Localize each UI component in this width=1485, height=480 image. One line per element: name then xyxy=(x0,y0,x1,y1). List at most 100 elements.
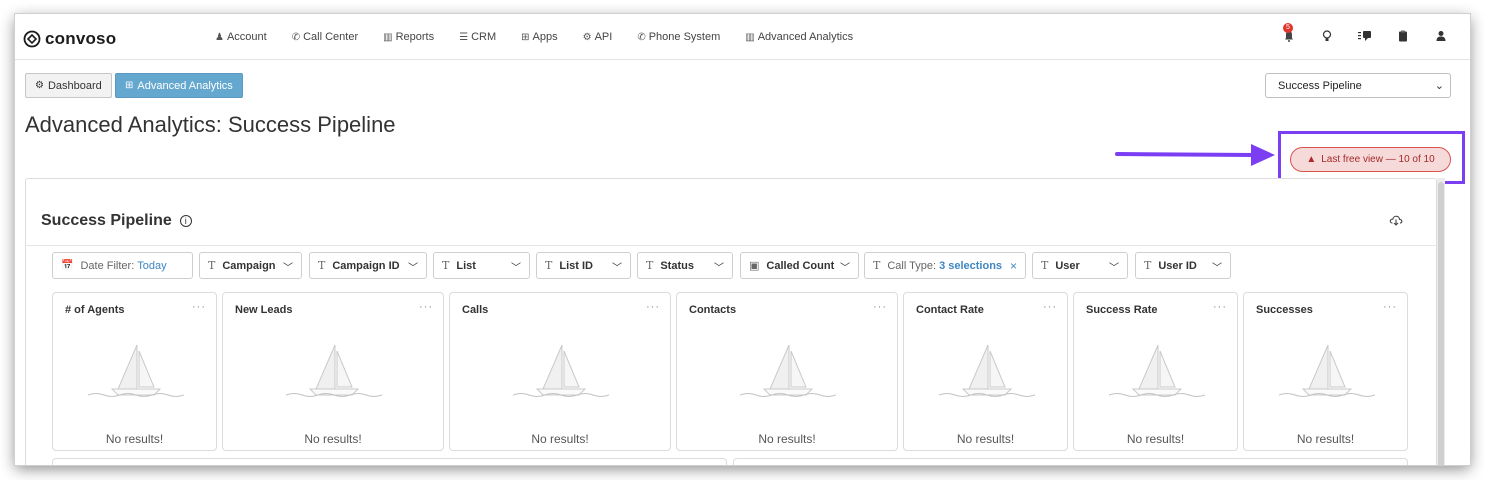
page-title: Advanced Analytics: Success Pipeline xyxy=(25,112,396,137)
filter-date-value: Today xyxy=(137,259,167,272)
more-options-icon[interactable]: ··· xyxy=(646,301,660,313)
filter-user[interactable]: T User ﹀ xyxy=(1032,252,1128,279)
metric-title: Successes xyxy=(1256,304,1313,316)
metric-title: # of Agents xyxy=(65,304,125,316)
filter-call-type[interactable]: T Call Type: 3 selections × xyxy=(864,252,1026,279)
filter-campaign[interactable]: T Campaign ﹀ xyxy=(199,252,302,279)
chevron-down-icon: ﹀ xyxy=(714,263,724,274)
text-type-icon: T xyxy=(873,259,881,272)
filter-campaign-id-label: Campaign ID xyxy=(332,259,400,272)
notes-button[interactable] xyxy=(1384,30,1422,45)
filter-list-label: List xyxy=(456,259,476,272)
dashboard-select[interactable]: Success Pipeline ⌄ xyxy=(1265,73,1451,98)
filter-called-count-label: Called Count xyxy=(766,259,835,272)
text-type-icon: T xyxy=(1144,259,1152,272)
text-type-icon: T xyxy=(442,259,450,272)
metric-title: Contact Rate xyxy=(916,304,984,316)
bar-chart-icon: ▥ xyxy=(745,31,755,43)
no-results-text: No results! xyxy=(105,432,164,446)
metric-card-success-rate: Success Rate ··· No results! xyxy=(1073,292,1238,451)
advanced-analytics-button[interactable]: ⊞ Advanced Analytics xyxy=(115,73,243,98)
lightbulb-icon xyxy=(1322,29,1332,41)
free-view-notice[interactable]: ▲ Last free view — 10 of 10 xyxy=(1290,147,1451,172)
filter-campaign-label: Campaign xyxy=(222,259,276,272)
more-options-icon[interactable]: ··· xyxy=(1383,301,1397,313)
chevron-down-icon: ﹀ xyxy=(408,263,418,274)
nav-reports[interactable]: ▥ Reports xyxy=(383,31,434,43)
annotation-arrow xyxy=(1115,144,1275,166)
filter-call-type-value: 3 selections xyxy=(939,259,1003,272)
filter-list-id-label: List ID xyxy=(559,259,593,272)
filter-status-label: Status xyxy=(660,259,694,272)
info-icon[interactable]: i xyxy=(179,215,192,227)
gear-icon: ⚙ xyxy=(582,31,592,43)
text-type-icon: T xyxy=(545,259,553,272)
more-options-icon[interactable]: ··· xyxy=(192,301,206,313)
filter-date-label: Date Filter: xyxy=(80,259,135,272)
nav-crm-label: CRM xyxy=(471,31,497,43)
profile-button[interactable] xyxy=(1422,30,1460,45)
chevron-down-icon: ﹀ xyxy=(283,263,293,274)
grid-icon: ⊞ xyxy=(125,80,134,91)
nav-apps[interactable]: ⊞ Apps xyxy=(521,31,557,43)
download-icon[interactable] xyxy=(1389,214,1403,229)
nav-account[interactable]: ♟ Account xyxy=(215,31,267,43)
nav-api[interactable]: ⚙ API xyxy=(583,31,613,43)
panel-divider xyxy=(25,245,1437,246)
nav-phone-system[interactable]: ✆ Phone System xyxy=(637,31,720,43)
convoso-logo[interactable]: convoso xyxy=(23,29,116,49)
no-results-text: No results! xyxy=(758,432,816,446)
metric-card-new-leads: New Leads ··· No results! xyxy=(222,292,444,451)
filter-user-id[interactable]: T User ID ﹀ xyxy=(1135,252,1231,279)
nav-reports-label: Reports xyxy=(395,31,435,43)
empty-state-sailboat-icon xyxy=(939,344,1035,397)
no-results-text: No results! xyxy=(956,432,1015,446)
list-icon: ☰ xyxy=(459,31,469,43)
filter-list-id[interactable]: T List ID ﹀ xyxy=(536,252,631,279)
empty-state-sailboat-icon xyxy=(286,344,382,397)
metric-title: Success Rate xyxy=(1086,304,1158,316)
filter-date[interactable]: 📅 Date Filter: Today xyxy=(52,252,193,279)
chevron-down-icon: ﹀ xyxy=(612,263,622,274)
empty-state-sailboat-icon xyxy=(740,344,836,397)
filter-call-type-label: Call Type: xyxy=(887,259,937,272)
filter-called-count[interactable]: ▣ Called Count ﹀ xyxy=(740,252,859,279)
notifications-button[interactable]: 5 xyxy=(1270,22,1308,45)
nav-crm[interactable]: ☰ CRM xyxy=(459,31,496,43)
empty-state-sailboat-icon xyxy=(88,344,184,397)
more-options-icon[interactable]: ··· xyxy=(873,301,887,313)
nav-call-center[interactable]: ✆ Call Center xyxy=(292,31,358,43)
more-options-icon[interactable]: ··· xyxy=(419,301,433,313)
nav-account-label: Account xyxy=(226,31,267,43)
tips-button[interactable] xyxy=(1308,29,1346,45)
chat-list-icon xyxy=(1358,30,1371,41)
messages-button[interactable] xyxy=(1346,30,1384,45)
dashboard-button[interactable]: ⚙ Dashboard xyxy=(25,73,112,98)
chart-card-left xyxy=(52,458,727,465)
more-options-icon[interactable]: ··· xyxy=(1213,301,1227,313)
dashboard-title-text: Success Pipeline xyxy=(41,212,172,229)
more-options-icon[interactable]: ··· xyxy=(1043,301,1057,313)
filter-user-id-label: User ID xyxy=(1158,259,1197,272)
metric-card-contact-rate: Contact Rate ··· No results! xyxy=(903,292,1068,451)
nav-advanced-analytics-label: Advanced Analytics xyxy=(757,31,854,43)
nav-advanced-analytics[interactable]: ▥ Advanced Analytics xyxy=(745,31,853,43)
metric-card-agents: # of Agents ··· No results! xyxy=(52,292,217,451)
text-type-icon: T xyxy=(208,259,216,272)
cloud-download-icon xyxy=(1389,215,1403,226)
advanced-analytics-button-label: Advanced Analytics xyxy=(137,79,233,92)
phone-icon: ✆ xyxy=(637,31,646,43)
text-type-icon: T xyxy=(1041,259,1049,272)
clear-filter-icon[interactable]: × xyxy=(1010,259,1017,273)
grid-icon: ⊞ xyxy=(521,31,530,43)
free-view-notice-label: Last free view — 10 of 10 xyxy=(1321,154,1435,165)
no-results-text: No results! xyxy=(531,432,589,446)
no-results-text: No results! xyxy=(304,432,362,446)
filter-campaign-id[interactable]: T Campaign ID ﹀ xyxy=(309,252,427,279)
scrollbar-thumb[interactable] xyxy=(1438,182,1444,465)
chevron-down-icon: ﹀ xyxy=(1109,263,1119,274)
filter-status[interactable]: T Status ﹀ xyxy=(637,252,733,279)
filter-list[interactable]: T List ﹀ xyxy=(433,252,530,279)
logo-text: convoso xyxy=(45,29,117,48)
empty-state-sailboat-icon xyxy=(1109,344,1205,397)
